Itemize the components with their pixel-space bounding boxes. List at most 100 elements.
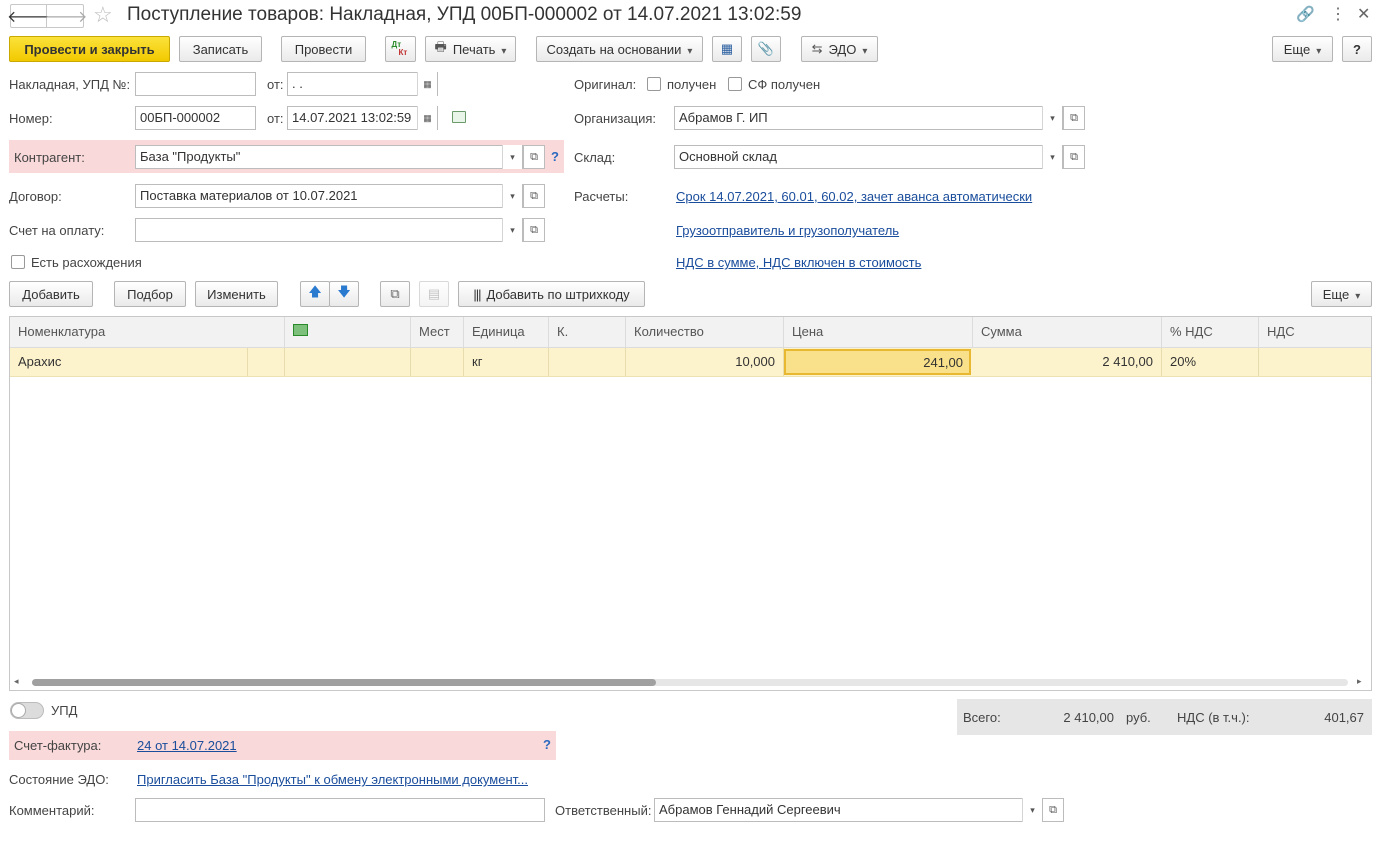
cell-price[interactable]: 241,00	[784, 349, 971, 375]
change-button[interactable]: Изменить	[195, 281, 278, 307]
col-header-extra[interactable]	[285, 317, 411, 347]
favorite-star-icon[interactable]: ☆	[93, 2, 113, 28]
select-button[interactable]: Подбор	[114, 281, 186, 307]
move-up-button[interactable]: 🡅	[300, 281, 330, 307]
date-field[interactable]: 14.07.2021 13:02:59	[287, 106, 438, 130]
settlements-label: Расчеты:	[574, 189, 629, 204]
col-header-unit[interactable]: Единица	[464, 317, 549, 347]
col-header-quantity[interactable]: Количество	[626, 317, 784, 347]
post-and-close-button[interactable]: Провести и закрыть	[9, 36, 170, 62]
comment-field[interactable]	[135, 798, 545, 822]
open-icon[interactable]: ⧉	[523, 218, 545, 242]
cell-nomenclature[interactable]: Арахис	[10, 348, 248, 376]
cell-sum[interactable]: 2 410,00	[973, 348, 1162, 376]
cell-k[interactable]	[549, 348, 626, 376]
cell-unit[interactable]: кг	[464, 348, 549, 376]
invoice-help-icon[interactable]: ?	[543, 737, 551, 752]
counterparty-label: Контрагент:	[14, 150, 85, 165]
payment-account-field[interactable]	[135, 218, 523, 242]
save-button[interactable]: Записать	[179, 36, 262, 62]
col-header-vat-rate[interactable]: % НДС	[1162, 317, 1259, 347]
col-header-nomenclature[interactable]: Номенклатура	[10, 317, 285, 347]
col-header-sum[interactable]: Сумма	[973, 317, 1162, 347]
upd-toggle-knob	[11, 703, 26, 718]
chevron-down-icon[interactable]: ▾	[502, 184, 522, 208]
col-header-vat[interactable]: НДС	[1259, 317, 1371, 347]
scroll-left-icon[interactable]: ◂	[14, 676, 19, 687]
chevron-down-icon[interactable]: ▾	[1042, 145, 1062, 169]
col-header-price[interactable]: Цена	[784, 317, 973, 347]
calendar-icon[interactable]: ▦	[417, 106, 437, 130]
invoice-link[interactable]: 24 от 14.07.2021	[137, 738, 237, 753]
attach-button[interactable]: 📎	[751, 36, 781, 62]
contract-field[interactable]: Поставка материалов от 10.07.2021	[135, 184, 523, 208]
counterparty-help-icon[interactable]: ?	[551, 149, 559, 164]
invoice-number-field[interactable]	[135, 72, 256, 96]
print-button[interactable]: 🖶 Печать	[425, 36, 516, 62]
add-row-button[interactable]: Добавить	[9, 281, 93, 307]
edo-button[interactable]: ⇆ ЭДО	[801, 36, 878, 62]
calendar-icon[interactable]: ▦	[417, 72, 437, 96]
number-field[interactable]: 00БП-000002	[135, 106, 256, 130]
help-button[interactable]: ?	[1342, 36, 1372, 62]
original-label: Оригинал:	[574, 77, 637, 92]
cell-extra[interactable]	[285, 348, 411, 376]
cell-sub[interactable]	[248, 348, 285, 376]
cell-vat-rate[interactable]: 20%	[1162, 348, 1259, 376]
sf-received-checkbox[interactable]	[728, 77, 742, 91]
cell-quantity[interactable]: 10,000	[626, 348, 784, 376]
received-checkbox[interactable]	[647, 77, 661, 91]
settlements-link[interactable]: Срок 14.07.2021, 60.01, 60.02, зачет ава…	[676, 189, 1032, 204]
open-icon[interactable]: ⧉	[523, 184, 545, 208]
open-icon[interactable]: ⧉	[523, 145, 545, 169]
close-icon[interactable]: ✕	[1357, 4, 1370, 24]
discrepancy-checkbox[interactable]	[11, 255, 25, 269]
back-arrow-icon[interactable]: 🡐	[7, 5, 50, 27]
invoice-date-field[interactable]: . .	[287, 72, 438, 96]
table-header: Номенклатура Мест Единица К. Количество …	[10, 317, 1371, 348]
table-more-button[interactable]: Еще	[1311, 281, 1372, 307]
edo-invite-link[interactable]: Пригласить База "Продукты" к обмену элек…	[137, 772, 528, 787]
comment-label: Комментарий:	[9, 803, 95, 818]
open-icon[interactable]: ⧉	[1063, 145, 1085, 169]
move-down-button[interactable]: 🡇	[329, 281, 359, 307]
open-icon[interactable]: ⧉	[1042, 798, 1064, 822]
structure-button[interactable]: ▦	[712, 36, 742, 62]
responsible-field[interactable]: Абрамов Геннадий Сергеевич	[654, 798, 1043, 822]
organization-field[interactable]: Абрамов Г. ИП	[674, 106, 1063, 130]
chevron-down-icon[interactable]: ▾	[502, 218, 522, 242]
dt-kt-button[interactable]: Дт Кт	[385, 36, 416, 62]
totals-panel: Всего: 2 410,00 руб. НДС (в т.ч.): 401,6…	[957, 699, 1372, 735]
horizontal-scrollbar-thumb[interactable]	[32, 679, 656, 686]
paste-button[interactable]: ▤	[419, 281, 449, 307]
more-vertical-icon[interactable]: ⋮	[1330, 4, 1346, 24]
edo-icon: ⇆	[811, 41, 823, 56]
chevron-down-icon[interactable]: ▾	[1022, 798, 1042, 822]
warehouse-field[interactable]: Основной склад	[674, 145, 1063, 169]
table-row[interactable]: Арахис кг 10,000 241,00 2 410,00 20%	[10, 348, 1371, 377]
horizontal-scrollbar-track[interactable]	[32, 679, 1348, 686]
cell-vat[interactable]	[1259, 348, 1371, 376]
window-title: Поступление товаров: Накладная, УПД 00БП…	[127, 4, 802, 25]
upd-toggle[interactable]	[10, 702, 44, 719]
cell-places[interactable]	[411, 348, 464, 376]
forward-arrow-icon[interactable]: 🡒	[45, 5, 88, 27]
more-button[interactable]: Еще	[1272, 36, 1333, 62]
open-icon[interactable]: ⧉	[1063, 106, 1085, 130]
barcode-button[interactable]: ||| Добавить по штрихкоду	[458, 281, 645, 307]
chevron-down-icon[interactable]: ▾	[502, 145, 522, 169]
vat-mode-link[interactable]: НДС в сумме, НДС включен в стоимость	[676, 255, 921, 270]
counterparty-field[interactable]: База "Продукты"	[135, 145, 523, 169]
scroll-right-icon[interactable]: ▸	[1357, 676, 1362, 687]
post-button[interactable]: Провести	[281, 36, 366, 62]
link-icon[interactable]: 🔗	[1296, 5, 1315, 23]
currency-label: руб.	[1126, 710, 1151, 725]
chevron-down-icon[interactable]: ▾	[1042, 106, 1062, 130]
number-label: Номер:	[9, 111, 53, 126]
copy-row-button[interactable]: ⧉	[380, 281, 410, 307]
shipper-consignee-link[interactable]: Грузоотправитель и грузополучатель	[676, 223, 899, 238]
col-header-places[interactable]: Мест	[411, 317, 464, 347]
date-status-icon[interactable]	[452, 111, 466, 123]
col-header-k[interactable]: К.	[549, 317, 626, 347]
create-based-button[interactable]: Создать на основании	[536, 36, 703, 62]
